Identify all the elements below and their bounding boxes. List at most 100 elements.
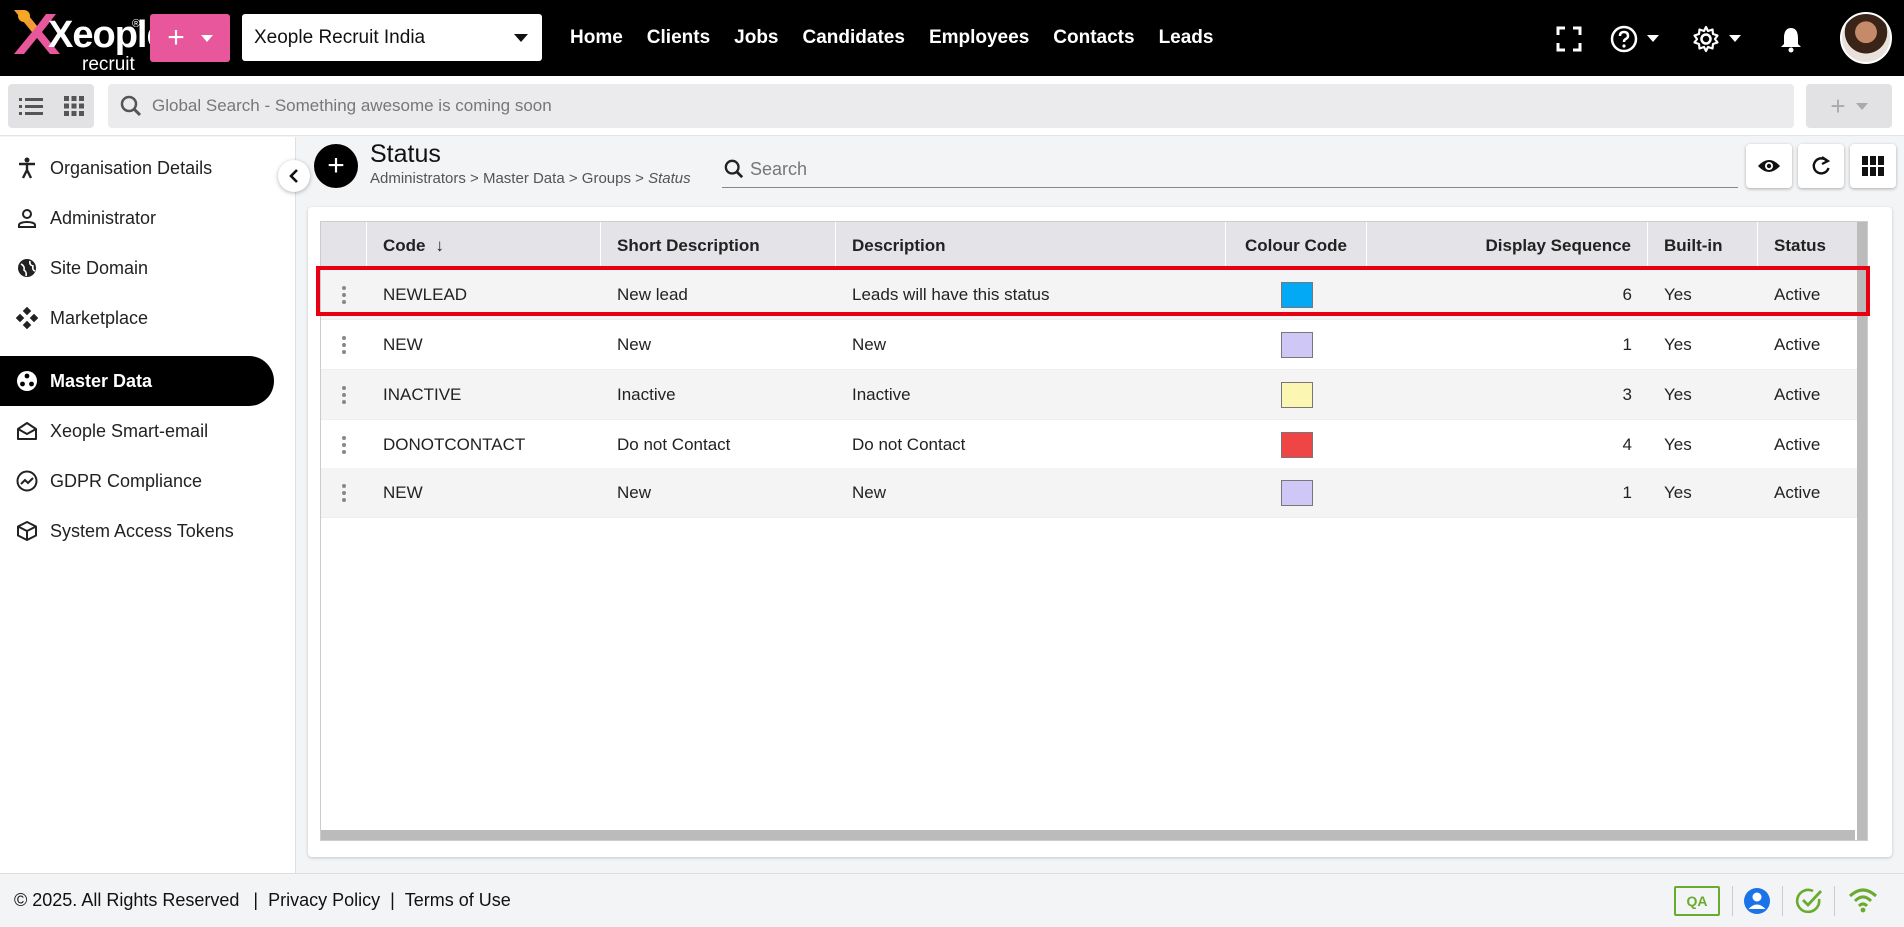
footer-separator: | bbox=[253, 890, 259, 910]
cell-built-in: Yes bbox=[1664, 335, 1692, 354]
toggle-visibility-button[interactable] bbox=[1746, 144, 1792, 188]
cell-colour-code bbox=[1226, 320, 1367, 370]
table-row[interactable]: NEW New New 1 Yes Active bbox=[321, 320, 1867, 370]
cell-status: Active bbox=[1774, 285, 1821, 304]
global-search-placeholder: Global Search - Something awesome is com… bbox=[152, 96, 552, 115]
breadcrumb-administrators[interactable]: Administrators bbox=[370, 170, 466, 187]
accessibility-icon bbox=[16, 157, 38, 179]
chevron-down-icon bbox=[1729, 35, 1741, 42]
notifications-button[interactable] bbox=[1778, 24, 1804, 54]
cell-display-sequence: 4 bbox=[1622, 435, 1632, 454]
mail-icon bbox=[16, 420, 38, 442]
admin-sidebar: Organisation Details Administrator Site … bbox=[0, 137, 296, 873]
table-row[interactable]: INACTIVE Inactive Inactive 3 Yes Active bbox=[321, 370, 1867, 420]
xeople-logo[interactable]: Xeople ® recruit bbox=[6, 4, 168, 75]
sidebar-item-gdpr-compliance[interactable]: GDPR Compliance bbox=[0, 456, 274, 506]
top-bar: Xeople ® recruit + Xeople Recruit India … bbox=[0, 0, 1904, 76]
column-header-description[interactable]: Description bbox=[836, 222, 1226, 270]
breadcrumb-groups[interactable]: Groups bbox=[582, 170, 631, 187]
eye-icon bbox=[1758, 160, 1780, 172]
column-header-code[interactable]: Code ↓ bbox=[367, 222, 601, 270]
cell-built-in: Yes bbox=[1664, 385, 1692, 404]
settings-menu-button[interactable] bbox=[1692, 24, 1742, 54]
sidebar-item-site-domain[interactable]: Site Domain bbox=[0, 243, 274, 293]
nav-contacts[interactable]: Contacts bbox=[1041, 27, 1146, 49]
cell-code: INACTIVE bbox=[383, 385, 462, 404]
nav-candidates[interactable]: Candidates bbox=[791, 27, 917, 49]
global-search-input[interactable]: Global Search - Something awesome is com… bbox=[108, 84, 1794, 128]
status-grid-card: Code ↓ Short Description Description Col… bbox=[308, 207, 1892, 857]
table-row[interactable]: DONOTCONTACT Do not Contact Do not Contact… bbox=[321, 420, 1867, 470]
terms-of-use-link[interactable]: Terms of Use bbox=[405, 890, 511, 911]
fullscreen-icon bbox=[1556, 26, 1582, 52]
cell-short-description: Inactive bbox=[617, 385, 676, 404]
column-header-short-description[interactable]: Short Description bbox=[601, 222, 836, 270]
nav-home[interactable]: Home bbox=[558, 27, 635, 49]
grid-search-input[interactable]: Search bbox=[722, 152, 1738, 188]
tenant-select[interactable]: Xeople Recruit India bbox=[242, 14, 542, 61]
column-chooser-button[interactable] bbox=[1850, 144, 1896, 188]
cell-built-in: Yes bbox=[1664, 285, 1692, 304]
account-circle-icon[interactable] bbox=[1742, 886, 1772, 916]
cell-display-sequence: 1 bbox=[1622, 483, 1632, 502]
grid-header-handle bbox=[321, 222, 367, 270]
user-avatar[interactable] bbox=[1840, 12, 1892, 64]
cell-code: DONOTCONTACT bbox=[383, 435, 526, 454]
cell-status: Active bbox=[1774, 385, 1821, 404]
grid-view-icon[interactable] bbox=[63, 95, 85, 117]
breadcrumb-master-data[interactable]: Master Data bbox=[483, 170, 565, 187]
row-actions-handle[interactable] bbox=[321, 370, 367, 420]
help-icon bbox=[1610, 25, 1638, 53]
cell-description: New bbox=[852, 335, 887, 354]
sidebar-item-organisation-details[interactable]: Organisation Details bbox=[0, 143, 274, 193]
logo-subtext: recruit bbox=[82, 54, 135, 75]
table-row[interactable]: NEWLEAD New lead Leads will have this stat… bbox=[321, 270, 1867, 320]
cell-colour-code bbox=[1226, 370, 1367, 420]
fullscreen-button[interactable] bbox=[1556, 24, 1582, 54]
page-title: Status bbox=[370, 140, 441, 168]
sidebar-item-system-access-tokens[interactable]: System Access Tokens bbox=[0, 506, 274, 556]
column-header-built-in[interactable]: Built-in bbox=[1648, 222, 1758, 270]
add-status-button[interactable]: + bbox=[314, 144, 358, 188]
list-view-icon[interactable] bbox=[18, 95, 44, 117]
breadcrumb-separator: > bbox=[568, 170, 578, 187]
column-header-status[interactable]: Status bbox=[1758, 222, 1859, 270]
chevron-down-icon bbox=[200, 34, 213, 42]
chevron-down-icon bbox=[1647, 35, 1659, 42]
logo-registered-mark: ® bbox=[132, 18, 141, 30]
cell-colour-code bbox=[1226, 468, 1367, 518]
row-actions-handle[interactable] bbox=[321, 320, 367, 370]
nav-employees[interactable]: Employees bbox=[917, 27, 1041, 49]
search-icon bbox=[724, 159, 744, 179]
check-circle-icon[interactable] bbox=[1794, 886, 1824, 916]
cell-description: Inactive bbox=[852, 385, 911, 404]
vertical-scrollbar[interactable] bbox=[1857, 222, 1867, 840]
privacy-policy-link[interactable]: Privacy Policy bbox=[268, 890, 380, 911]
main-nav: Home Clients Jobs Candidates Employees C… bbox=[558, 0, 1225, 76]
column-header-display-sequence[interactable]: Display Sequence bbox=[1367, 222, 1648, 270]
sidebar-item-master-data[interactable]: Master Data bbox=[0, 356, 274, 406]
refresh-button[interactable] bbox=[1798, 144, 1844, 188]
gear-icon bbox=[1693, 25, 1719, 53]
table-row[interactable]: NEW New New 1 Yes Active bbox=[321, 468, 1867, 518]
sidebar-item-administrator[interactable]: Administrator bbox=[0, 193, 274, 243]
sidebar-item-marketplace[interactable]: Marketplace bbox=[0, 293, 274, 343]
cell-status: Active bbox=[1774, 335, 1821, 354]
more-vert-icon bbox=[342, 386, 346, 404]
nav-clients[interactable]: Clients bbox=[635, 27, 722, 49]
sidebar-item-smart-email[interactable]: Xeople Smart-email bbox=[0, 406, 274, 456]
more-vert-icon bbox=[342, 286, 346, 304]
horizontal-scrollbar[interactable] bbox=[321, 830, 1855, 840]
row-actions-handle[interactable] bbox=[321, 420, 367, 470]
column-header-colour-code[interactable]: Colour Code bbox=[1226, 222, 1367, 270]
help-menu-button[interactable] bbox=[1610, 24, 1660, 54]
row-actions-handle[interactable] bbox=[321, 468, 367, 518]
colour-swatch bbox=[1280, 432, 1313, 458]
collapse-sidebar-button[interactable] bbox=[278, 160, 310, 192]
nav-leads[interactable]: Leads bbox=[1147, 27, 1226, 49]
row-actions-handle[interactable] bbox=[321, 270, 367, 320]
global-add-button[interactable]: + bbox=[1806, 84, 1892, 128]
nav-jobs[interactable]: Jobs bbox=[722, 27, 790, 49]
quick-add-button[interactable]: + bbox=[150, 14, 230, 62]
cell-short-description: New lead bbox=[617, 285, 688, 304]
